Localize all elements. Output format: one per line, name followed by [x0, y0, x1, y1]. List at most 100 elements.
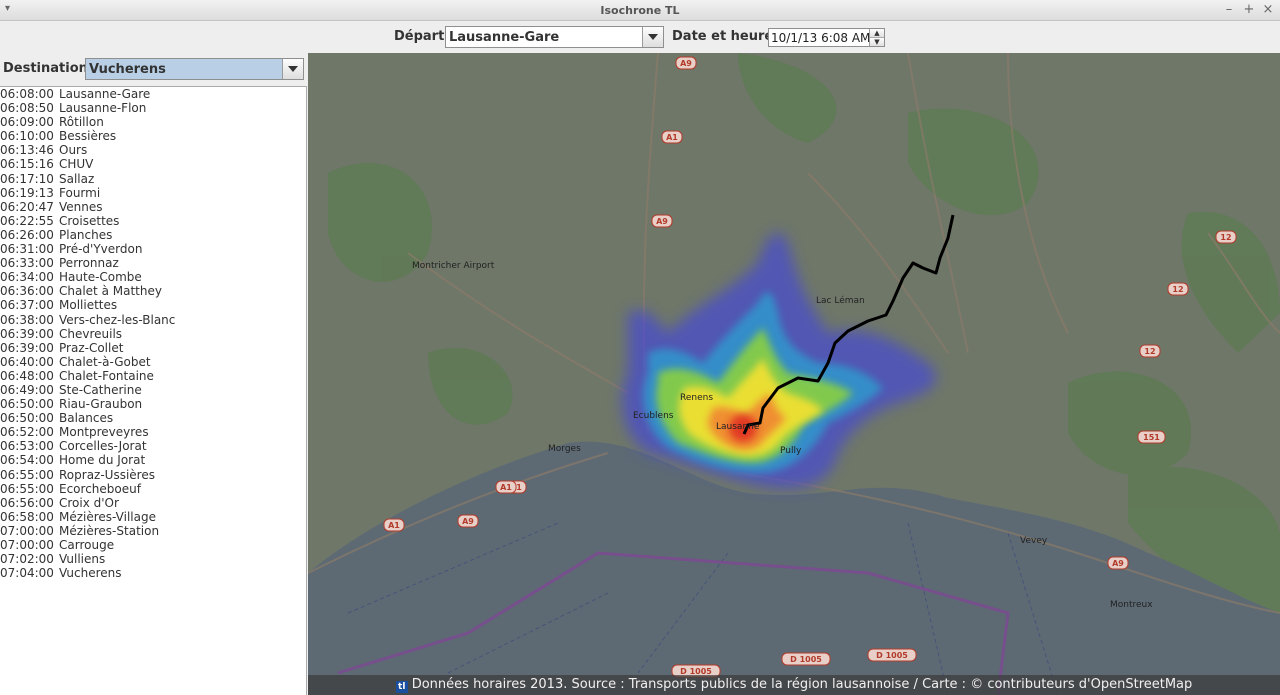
stop-name: Montpreveyres [59, 425, 149, 440]
map-canvas[interactable]: A9A1A9A1A9A1A1A9D 1005D 1005D 1005151121… [308, 53, 1280, 695]
list-item[interactable]: 06:58:00 Mézières-Village [0, 510, 306, 524]
list-item[interactable]: 07:02:00 Vulliens [0, 552, 306, 566]
chevron-down-icon[interactable] [282, 59, 303, 79]
list-item[interactable]: 06:40:00 Chalet-à-Gobet [0, 355, 306, 369]
list-item[interactable]: 06:56:00 Croix d'Or [0, 496, 306, 510]
list-item[interactable]: 06:33:00 Perronnaz [0, 256, 306, 270]
list-item[interactable]: 06:34:00 Haute-Combe [0, 270, 306, 284]
spinner-up-icon[interactable]: ▲ [870, 29, 884, 38]
stop-time: 06:40:00 [0, 354, 54, 369]
list-item[interactable]: 06:53:00 Corcelles-Jorat [0, 439, 306, 453]
route-badge: A9 [651, 214, 673, 228]
place-ecublens: Ecublens [633, 411, 674, 421]
list-item[interactable]: 06:38:00 Vers-chez-les-Blanc [0, 313, 306, 327]
route-badge-label: D 1005 [790, 655, 822, 664]
list-item[interactable]: 06:54:00 Home du Jorat [0, 453, 306, 467]
place-pully: Pully [780, 446, 802, 456]
stop-name: CHUV [59, 157, 94, 172]
stop-time: 06:56:00 [0, 495, 54, 510]
route-badge: A9 [675, 56, 697, 70]
list-item[interactable]: 06:20:47 Vennes [0, 200, 306, 214]
list-item[interactable]: 06:26:00 Planches [0, 228, 306, 242]
depart-value: Lausanne-Gare [449, 30, 560, 45]
datetime-spinner[interactable]: 10/1/13 6:08 AM ▲ ▼ [768, 28, 885, 47]
route-badge-label: A9 [656, 217, 668, 226]
tl-logo-icon: tl [395, 681, 408, 693]
list-item[interactable]: 07:00:00 Mézières-Station [0, 524, 306, 538]
list-item[interactable]: 06:15:16 CHUV [0, 157, 306, 171]
destination-select[interactable]: Vucherens [85, 58, 304, 80]
stop-name: Bessières [59, 129, 117, 144]
route-badge-label: D 1005 [876, 651, 908, 660]
stop-name: Vers-chez-les-Blanc [59, 312, 176, 327]
place-lac: Lac Léman [816, 295, 865, 306]
route-badge-label: A1 [666, 133, 678, 142]
stop-time: 06:31:00 [0, 242, 54, 257]
depart-select[interactable]: Lausanne-Gare [445, 26, 664, 48]
stop-name: Ropraz-Ussières [59, 467, 155, 482]
route-badge: A1 [383, 518, 405, 532]
route-badge: A1 [661, 130, 683, 144]
stop-name: Home du Jorat [59, 453, 146, 468]
destination-value: Vucherens [89, 62, 166, 77]
list-item[interactable]: 06:09:00 Rôtillon [0, 115, 306, 129]
list-item[interactable]: 06:36:00 Chalet à Matthey [0, 284, 306, 298]
stop-name: Lausanne-Flon [59, 101, 147, 116]
stop-time: 06:52:00 [0, 425, 54, 440]
list-item[interactable]: 07:00:00 Carrouge [0, 538, 306, 552]
stop-list[interactable]: 06:08:00 Lausanne-Gare 06:08:50 Lausanne-Fl… [0, 86, 307, 695]
stop-name: Carrouge [59, 538, 115, 552]
maximize-button[interactable]: + [1242, 2, 1256, 17]
map-view[interactable]: A9A1A9A1A9A1A1A9D 1005D 1005D 1005151121… [308, 53, 1280, 695]
spinner-down-icon[interactable]: ▼ [870, 37, 884, 46]
list-item[interactable]: 06:39:00 Praz-Collet [0, 341, 306, 355]
datetime-value[interactable]: 10/1/13 6:08 AM [771, 31, 870, 45]
route-badge: 12 [1215, 230, 1237, 244]
list-item[interactable]: 06:55:00 Ecorcheboeuf [0, 482, 306, 496]
place-airport: Montricher Airport [412, 261, 495, 271]
list-item[interactable]: 06:37:00 Molliettes [0, 298, 306, 312]
list-item[interactable]: 06:39:00 Chevreuils [0, 327, 306, 341]
list-item[interactable]: 06:50:00 Riau-Graubon [0, 397, 306, 411]
chevron-down-icon[interactable] [642, 27, 663, 47]
route-badge-label: A9 [680, 59, 692, 68]
close-button[interactable]: × [1261, 2, 1275, 17]
depart-label: Départ [394, 29, 445, 44]
stop-name: Ours [59, 143, 88, 158]
stop-name: Perronnaz [59, 256, 119, 271]
stop-name: Vennes [59, 199, 103, 214]
stop-time: 06:10:00 [0, 129, 54, 144]
stop-time: 06:33:00 [0, 256, 54, 271]
route-badge-label: A1 [500, 483, 512, 492]
stop-name: Chalet-à-Gobet [59, 354, 151, 369]
list-item[interactable]: 06:55:00 Ropraz-Ussières [0, 468, 306, 482]
list-item[interactable]: 06:48:00 Chalet-Fontaine [0, 369, 306, 383]
route-badge: 12 [1139, 344, 1161, 358]
route-badge: A9 [1107, 556, 1129, 570]
list-item[interactable]: 07:04:00 Vucherens [0, 566, 306, 580]
window-titlebar: ▾ Isochrone TL – + × [0, 0, 1280, 21]
list-item[interactable]: 06:08:50 Lausanne-Flon [0, 101, 306, 115]
list-item[interactable]: 06:22:55 Croisettes [0, 214, 306, 228]
list-item[interactable]: 06:50:00 Balances [0, 411, 306, 425]
list-item[interactable]: 06:52:00 Montpreveyres [0, 425, 306, 439]
stop-name: Chalet-Fontaine [59, 368, 154, 383]
stop-time: 06:55:00 [0, 481, 54, 496]
list-item[interactable]: 06:19:13 Fourmi [0, 186, 306, 200]
left-panel: Destination Vucherens 06:08:00 Lausanne-G… [0, 53, 308, 695]
list-item[interactable]: 06:17:10 Sallaz [0, 172, 306, 186]
list-item[interactable]: 06:10:00 Bessières [0, 129, 306, 143]
datetime-label: Date et heure [672, 29, 774, 44]
list-item[interactable]: 06:31:00 Pré-d'Yverdon [0, 242, 306, 256]
list-item[interactable]: 06:13:46 Ours [0, 143, 306, 157]
window-title: Isochrone TL [600, 4, 680, 17]
list-item[interactable]: 06:08:00 Lausanne-Gare [0, 87, 306, 101]
list-item[interactable]: 06:49:00 Ste-Catherine [0, 383, 306, 397]
minimize-button[interactable]: – [1222, 2, 1236, 17]
route-badge-label: A9 [1112, 559, 1124, 568]
route-badge: D 1005 [781, 652, 831, 666]
stop-time: 06:17:10 [0, 171, 54, 186]
stop-time: 06:22:55 [0, 213, 54, 228]
stop-name: Corcelles-Jorat [59, 439, 147, 454]
route-badge: 151 [1137, 430, 1166, 444]
